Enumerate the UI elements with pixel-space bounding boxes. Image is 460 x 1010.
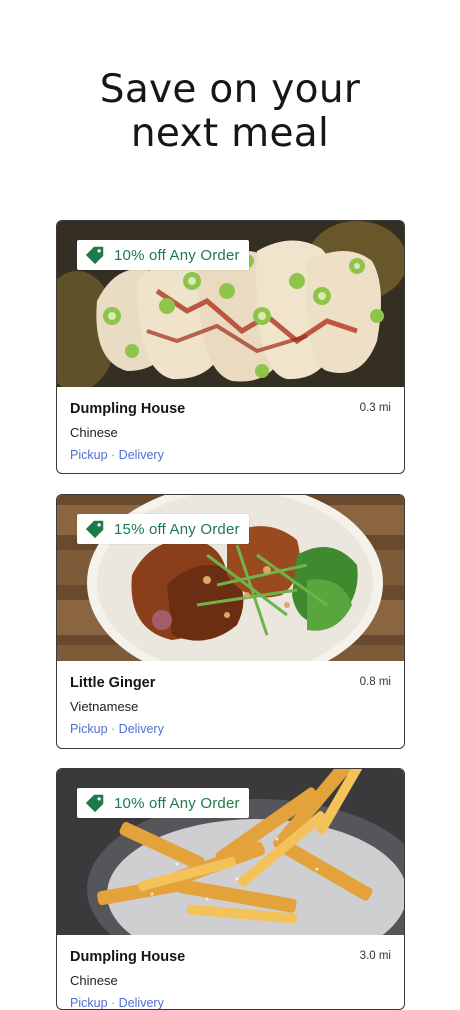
price-tag-icon bbox=[85, 246, 104, 265]
restaurant-cuisine: Chinese bbox=[70, 973, 118, 988]
headline-line-1: Save on your bbox=[99, 67, 361, 112]
page-headline: Save on your next meal bbox=[0, 68, 460, 156]
restaurant-cuisine: Vietnamese bbox=[70, 699, 139, 714]
promo-text: 15% off Any Order bbox=[114, 520, 240, 538]
delivery-label: Delivery bbox=[118, 448, 164, 462]
restaurant-name: Little Ginger bbox=[70, 675, 156, 691]
fulfillment-modes: Pickup · Delivery bbox=[70, 996, 391, 1010]
restaurant-distance: 3.0 mi bbox=[359, 950, 391, 962]
mode-separator: · bbox=[111, 448, 116, 462]
promo-badge: 10% off Any Order bbox=[77, 240, 249, 270]
delivery-label: Delivery bbox=[118, 996, 164, 1010]
pickup-label: Pickup bbox=[70, 448, 108, 462]
restaurant-distance: 0.3 mi bbox=[359, 402, 391, 414]
promo-badge: 15% off Any Order bbox=[77, 514, 249, 544]
restaurant-card-little-ginger[interactable]: 15% off Any Order Little Ginger 0.8 mi V… bbox=[56, 494, 405, 749]
fries-photo: 10% off Any Order bbox=[57, 769, 404, 935]
price-tag-icon bbox=[85, 520, 104, 539]
pickup-label: Pickup bbox=[70, 996, 108, 1010]
fulfillment-modes: Pickup · Delivery bbox=[70, 448, 391, 462]
restaurant-name: Dumpling House bbox=[70, 401, 186, 417]
restaurant-distance: 0.8 mi bbox=[359, 676, 391, 688]
headline-line-2: next meal bbox=[130, 111, 330, 156]
delivery-label: Delivery bbox=[118, 722, 164, 736]
pickup-label: Pickup bbox=[70, 722, 108, 736]
restaurant-card-dumpling-house-2[interactable]: 10% off Any Order Dumpling House 3.0 mi … bbox=[56, 768, 405, 1010]
restaurant-name: Dumpling House bbox=[70, 949, 186, 965]
mode-separator: · bbox=[111, 722, 116, 736]
dumplings-photo: 10% off Any Order bbox=[57, 221, 404, 387]
chicken-salad-photo: 15% off Any Order bbox=[57, 495, 404, 661]
promo-text: 10% off Any Order bbox=[114, 246, 240, 264]
restaurant-card-dumpling-house[interactable]: 10% off Any Order Dumpling House 0.3 mi … bbox=[56, 220, 405, 474]
promo-text: 10% off Any Order bbox=[114, 794, 240, 812]
price-tag-icon bbox=[85, 794, 104, 813]
fulfillment-modes: Pickup · Delivery bbox=[70, 722, 391, 736]
mode-separator: · bbox=[111, 996, 116, 1010]
restaurant-cuisine: Chinese bbox=[70, 425, 118, 440]
promo-badge: 10% off Any Order bbox=[77, 788, 249, 818]
